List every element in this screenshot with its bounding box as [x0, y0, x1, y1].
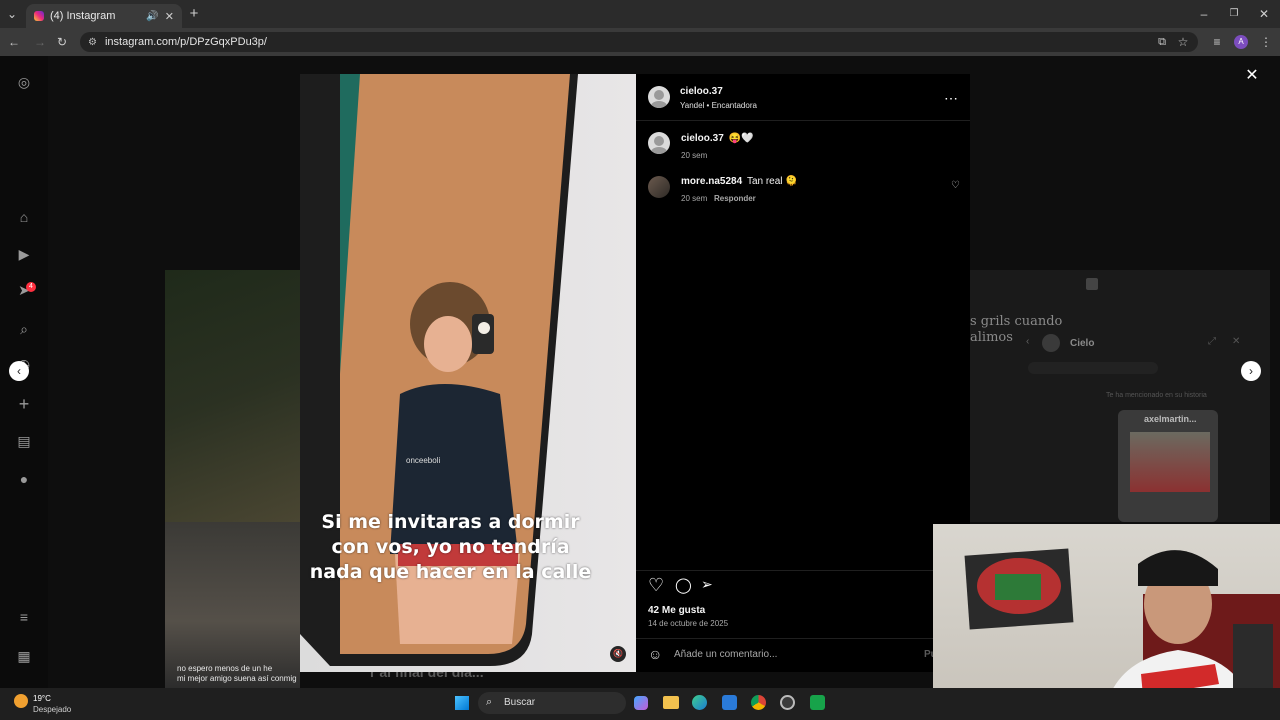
profile-avatar[interactable]: A — [1234, 35, 1248, 49]
new-tab-icon[interactable]: + — [186, 6, 202, 22]
comment-row: more.na5284 Tan real 🫠 — [681, 176, 798, 187]
shirt-text: onceeboli — [406, 456, 441, 465]
minimize-icon[interactable]: – — [1196, 6, 1212, 22]
background-post-right: s grils cuando alimos ‹ Cielo ⤢ ✕ Te ha … — [970, 270, 1270, 522]
url-text: instagram.com/p/DPzGqxPDu3p/ — [104, 36, 267, 48]
comment-like-heart-icon[interactable]: ♡ — [951, 180, 960, 191]
cast-icon[interactable]: ⧉ — [1154, 34, 1170, 50]
close-modal-icon[interactable]: ✕ — [1244, 68, 1260, 84]
background-top-strip — [460, 56, 820, 64]
taskbar-search-label: Buscar — [504, 697, 536, 708]
home-icon[interactable]: ⌂ — [16, 209, 32, 225]
audio-label[interactable]: Yandel • Encantadora — [680, 101, 757, 110]
comment-time: 20 sem — [681, 194, 708, 203]
restore-icon[interactable]: ❐ — [1226, 6, 1242, 22]
close-window-icon[interactable]: ✕ — [1256, 6, 1272, 22]
share-icon[interactable]: ➢ — [701, 576, 713, 593]
divider — [636, 570, 970, 571]
create-icon[interactable]: + — [16, 395, 32, 413]
background-video-icon — [1086, 278, 1098, 290]
back-icon[interactable]: ← — [6, 34, 22, 50]
background-story-image — [1130, 432, 1210, 492]
windows-taskbar: 19°C Despejado ⌕ Buscar — [0, 688, 1280, 720]
weather-description[interactable]: Despejado — [33, 705, 71, 714]
comment-text: 😝🤍 — [728, 133, 754, 144]
more-menu-icon[interactable]: ⋮ — [1258, 34, 1274, 50]
url-field[interactable]: ⚙ instagram.com/p/DPzGqxPDu3p/ — [80, 32, 1198, 52]
video-caption-overlay: Si me invitaras a dormir con vos, yo no … — [309, 511, 592, 583]
copilot-icon[interactable] — [634, 696, 648, 710]
xbox-icon[interactable] — [810, 695, 825, 710]
background-message-pill — [1028, 362, 1158, 374]
comment-row: cieloo.37 😝🤍 — [681, 133, 754, 144]
reels-icon[interactable]: ▶ — [16, 246, 32, 262]
close-tab-icon[interactable]: ✕ — [165, 10, 174, 23]
background-post-left-top — [165, 270, 300, 522]
background-story-user: axelmartin... — [1144, 414, 1197, 424]
post-side-panel: cieloo.37 Yandel • Encantadora ⋯ cieloo.… — [636, 74, 970, 672]
author-username[interactable]: cieloo.37 — [680, 86, 723, 97]
tab-list-chevron-icon[interactable]: ⌄ — [4, 6, 20, 22]
reload-icon[interactable]: ↻ — [54, 34, 70, 50]
comment-text: Tan real 🫠 — [746, 176, 798, 187]
reply-link[interactable]: Responder — [714, 194, 756, 203]
like-heart-icon[interactable]: ♡ — [648, 575, 664, 596]
threads-icon[interactable]: ● — [16, 471, 32, 487]
also-from-meta-icon[interactable]: ▦ — [16, 648, 32, 664]
file-explorer-icon[interactable] — [663, 696, 679, 709]
settings-gear-icon[interactable] — [780, 695, 795, 710]
windows-start-icon[interactable] — [455, 696, 469, 710]
comment-avatar[interactable] — [648, 176, 670, 198]
comment-username[interactable]: more.na5284 — [681, 176, 742, 187]
comment-bubble-icon[interactable]: ◯ — [675, 576, 692, 594]
edge-icon[interactable] — [692, 695, 707, 710]
emoji-icon[interactable]: ☺ — [648, 646, 662, 662]
notifications-badge: 4 — [26, 282, 36, 292]
background-close-icon: ✕ — [1232, 336, 1241, 347]
divider — [636, 638, 970, 639]
post-media[interactable]: Si me invitaras a dormir con vos, yo no … — [300, 74, 636, 672]
expand-icon: ⤢ — [1208, 336, 1216, 347]
chrome-icon[interactable] — [751, 695, 766, 710]
likes-count[interactable]: 42 Me gusta — [648, 605, 705, 616]
comment-avatar[interactable] — [648, 132, 670, 154]
instagram-logo-icon[interactable]: ◎ — [16, 74, 32, 90]
site-info-icon[interactable]: ⚙ — [88, 37, 97, 48]
speaker-icon[interactable]: 🔊 — [146, 11, 158, 22]
comment-input[interactable]: Añade un comentario... — [674, 649, 777, 660]
media-controls-icon[interactable]: ≡ — [1209, 34, 1225, 50]
weather-sun-icon[interactable] — [14, 694, 28, 708]
weather-temperature[interactable]: 19°C — [33, 694, 51, 703]
taskbar-search-box[interactable]: ⌕ Buscar — [478, 692, 626, 714]
back-chevron-icon: ‹ — [1026, 336, 1030, 347]
background-user-name: Cielo — [1070, 338, 1095, 349]
bookmark-star-icon[interactable]: ☆ — [1175, 34, 1191, 50]
post-date: 14 de octubre de 2025 — [648, 619, 729, 628]
mute-button-icon[interactable]: 🔇 — [610, 646, 626, 662]
next-post-button[interactable]: › — [1241, 361, 1261, 381]
instagram-favicon-icon — [34, 11, 44, 21]
background-user-avatar — [1042, 334, 1060, 352]
tab-title: (4) Instagram — [50, 10, 116, 22]
background-story-card: axelmartin... — [1118, 410, 1218, 522]
dashboard-icon[interactable]: ▤ — [16, 433, 32, 449]
search-icon: ⌕ — [486, 696, 493, 708]
more-options-icon[interactable]: ⋯ — [944, 90, 958, 107]
search-icon[interactable]: ⌕ — [16, 321, 32, 337]
comment-time: 20 sem — [681, 151, 708, 160]
divider — [636, 120, 970, 121]
author-avatar[interactable] — [648, 86, 670, 108]
prev-post-button[interactable]: ‹ — [9, 361, 29, 381]
background-post-left-bottom: no espero menos de un he mi mejor amigo … — [165, 522, 300, 688]
browser-tab[interactable]: (4) Instagram 🔊 ✕ — [26, 4, 182, 28]
store-icon[interactable] — [722, 695, 737, 710]
more-menu-icon[interactable]: ≡ — [16, 609, 32, 625]
background-mention-text: Te ha mencionado en su historia — [1106, 392, 1207, 399]
comment-username[interactable]: cieloo.37 — [681, 133, 724, 144]
forward-icon[interactable]: → — [32, 34, 48, 50]
